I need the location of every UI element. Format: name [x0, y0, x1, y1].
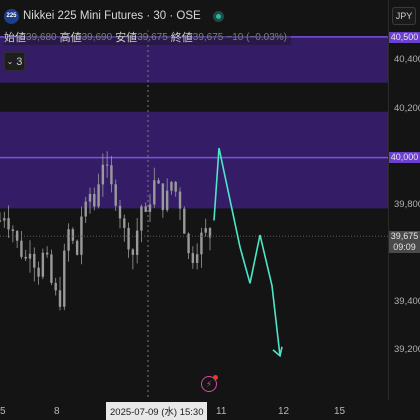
candle-body — [45, 252, 49, 255]
candle-body — [28, 253, 32, 259]
price-chart[interactable] — [0, 0, 420, 420]
ohlc-legend: 始値 39,680 高値 39,690 安値 39,675 終値 39,675 … — [4, 29, 291, 45]
close-value: 39,675 — [192, 31, 224, 43]
price-axis-label: 40,400 — [394, 54, 420, 65]
low-label: 安値 — [115, 32, 138, 44]
time-axis-label: 12 — [278, 406, 290, 417]
symbol-legend[interactable]: 225 Nikkei 225 Mini Futures · 30 · OSE — [4, 7, 230, 25]
collapse-indicators-button[interactable]: ⌄ 3 — [4, 52, 25, 71]
candle-body — [131, 249, 135, 255]
indicator-count: 3 — [16, 55, 23, 68]
change-value: −10 (−0.03%) — [226, 31, 287, 43]
low-value: 39,675 — [137, 31, 168, 43]
candle-body — [84, 201, 87, 217]
open-value: 39,680 — [26, 31, 57, 43]
candle-body — [123, 218, 126, 228]
candle-body — [93, 193, 96, 207]
price-axis-label: 39,400 — [394, 296, 420, 307]
time-axis-label: 5 — [0, 406, 6, 417]
symbol-title[interactable]: Nikkei 225 Mini Futures · 30 · OSE — [23, 10, 201, 22]
candle-body — [58, 290, 62, 307]
candle-body — [118, 205, 122, 219]
candle-body — [140, 206, 143, 231]
candle-body — [24, 256, 27, 259]
candle-body — [15, 231, 19, 241]
flash-alert-icon[interactable]: ⚡ — [201, 375, 218, 392]
candle-body — [135, 230, 139, 255]
close-label: 終値 — [170, 32, 193, 44]
price-axis-label: 39,200 — [394, 344, 420, 355]
candle-body — [71, 229, 75, 241]
candle-body — [114, 184, 117, 206]
candle-body — [11, 229, 15, 232]
candle-body — [88, 193, 92, 202]
candle-body — [144, 206, 147, 212]
candle-body — [195, 254, 199, 263]
candle-body — [54, 282, 57, 291]
candle-body — [50, 254, 53, 283]
candle-body — [41, 252, 45, 277]
level-price-tag[interactable]: 40,000 — [389, 152, 420, 163]
candle-body — [153, 180, 156, 205]
candle-body — [33, 253, 36, 268]
candle-body — [157, 180, 160, 184]
crosshair-date-label: 2025-07-09 (水) 15:30 — [106, 402, 208, 420]
candle-body — [148, 204, 152, 212]
bar-countdown-tag: 09:09 — [389, 242, 420, 253]
candle-body — [20, 240, 23, 257]
price-axis-label: 39,800 — [394, 199, 420, 210]
candle-body — [67, 229, 70, 251]
symbol-logo-icon: 225 — [4, 8, 19, 24]
candle-body — [174, 181, 177, 192]
level-price-tag[interactable]: 40,500 — [389, 32, 420, 43]
price-axis-label: 40,200 — [394, 103, 420, 114]
time-axis-label: 8 — [54, 406, 60, 417]
candle-body — [183, 208, 186, 234]
zone-band — [0, 111, 388, 209]
chevron-down-icon: ⌄ — [6, 57, 14, 66]
candle-body — [37, 267, 40, 277]
candle-body — [161, 183, 165, 211]
last-price-tag: 39,675 — [389, 231, 420, 242]
candle-body — [7, 218, 10, 230]
candle-body — [3, 218, 6, 221]
high-label: 高値 — [59, 32, 82, 44]
candle-body — [80, 216, 83, 255]
candle-body — [97, 184, 100, 207]
time-axis-label: 11 — [216, 406, 227, 417]
candle-body — [105, 164, 109, 166]
candle-body — [75, 240, 79, 255]
candle-body — [191, 253, 195, 263]
candle-body — [178, 191, 182, 209]
candle-body — [170, 181, 173, 191]
high-value: 39,690 — [81, 31, 113, 43]
candle-body — [101, 164, 105, 185]
resistance-zones — [0, 36, 388, 209]
currency-button[interactable]: JPY — [392, 7, 416, 25]
time-axis-label: 15 — [334, 406, 346, 417]
open-label: 始値 — [4, 32, 26, 44]
market-status-icon[interactable] — [212, 10, 224, 22]
candle-body — [110, 165, 113, 185]
candle-body — [204, 228, 207, 233]
candle-body — [165, 190, 169, 211]
candle-body — [127, 227, 130, 250]
candle-body — [0, 220, 2, 222]
candle-body — [63, 250, 66, 307]
